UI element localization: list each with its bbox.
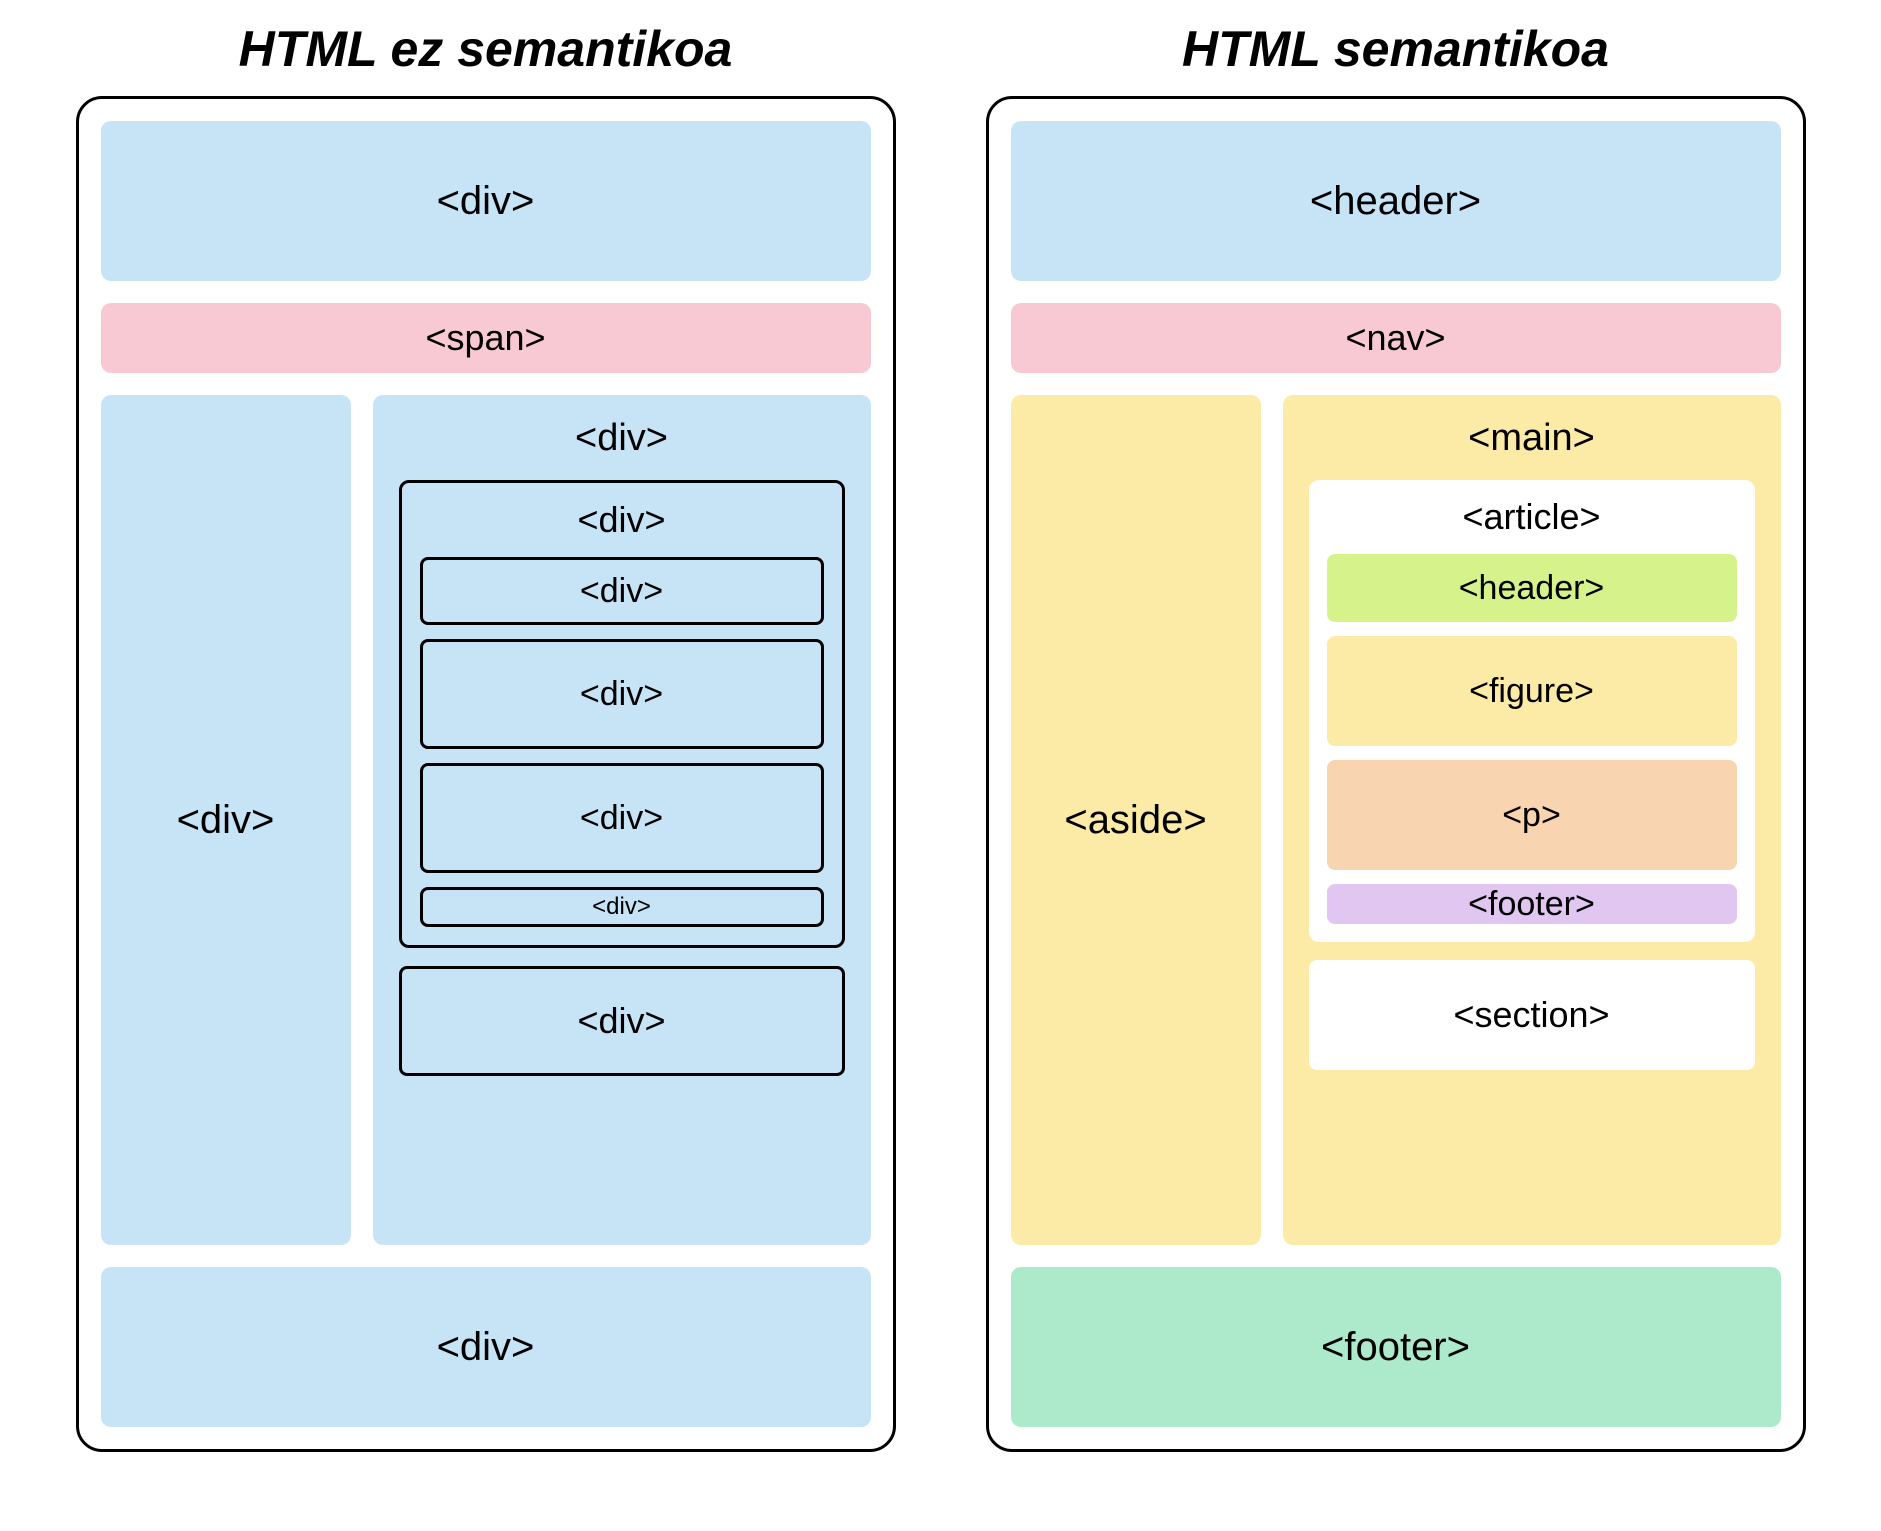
- s-inner-footer: <footer>: [1327, 884, 1737, 924]
- semantic-frame: <header> <nav> <aside> <main> <article> …: [986, 96, 1806, 1452]
- s-header-box: <header>: [1011, 121, 1781, 281]
- semantic-title: HTML semantikoa: [1182, 20, 1609, 78]
- ns-article-label: <div>: [420, 497, 824, 543]
- non-semantic-column: HTML ez semantikoa <div> <span> <div> <d…: [76, 20, 896, 1452]
- s-nav-box: <nav>: [1011, 303, 1781, 373]
- ns-main-box: <div> <div> <div> <div> <div> <div> <div…: [373, 395, 871, 1245]
- s-article-box: <article> <header> <figure> <p> <footer>: [1309, 480, 1755, 942]
- s-aside-box: <aside>: [1011, 395, 1261, 1245]
- ns-inner-header: <div>: [420, 557, 824, 625]
- s-article-label: <article>: [1327, 494, 1737, 540]
- ns-middle-row: <div> <div> <div> <div> <div> <div> <div…: [101, 395, 871, 1245]
- ns-inner-footer: <div>: [420, 887, 824, 927]
- ns-section-box: <div>: [399, 966, 845, 1076]
- ns-inner-figure: <div>: [420, 639, 824, 749]
- s-inner-figure: <figure>: [1327, 636, 1737, 746]
- non-semantic-frame: <div> <span> <div> <div> <div> <div> <di…: [76, 96, 896, 1452]
- s-middle-row: <aside> <main> <article> <header> <figur…: [1011, 395, 1781, 1245]
- s-main-box: <main> <article> <header> <figure> <p> <…: [1283, 395, 1781, 1245]
- ns-nav-box: <span>: [101, 303, 871, 373]
- ns-header-box: <div>: [101, 121, 871, 281]
- ns-inner-p: <div>: [420, 763, 824, 873]
- non-semantic-title: HTML ez semantikoa: [239, 20, 733, 78]
- ns-aside-box: <div>: [101, 395, 351, 1245]
- ns-main-label: <div>: [399, 411, 845, 462]
- s-inner-header: <header>: [1327, 554, 1737, 622]
- s-footer-box: <footer>: [1011, 1267, 1781, 1427]
- ns-footer-box: <div>: [101, 1267, 871, 1427]
- ns-article-box: <div> <div> <div> <div> <div>: [399, 480, 845, 948]
- s-section-box: <section>: [1309, 960, 1755, 1070]
- s-main-label: <main>: [1309, 411, 1755, 462]
- semantic-column: HTML semantikoa <header> <nav> <aside> <…: [986, 20, 1806, 1452]
- diagram-wrapper: HTML ez semantikoa <div> <span> <div> <d…: [60, 20, 1821, 1452]
- s-inner-p: <p>: [1327, 760, 1737, 870]
